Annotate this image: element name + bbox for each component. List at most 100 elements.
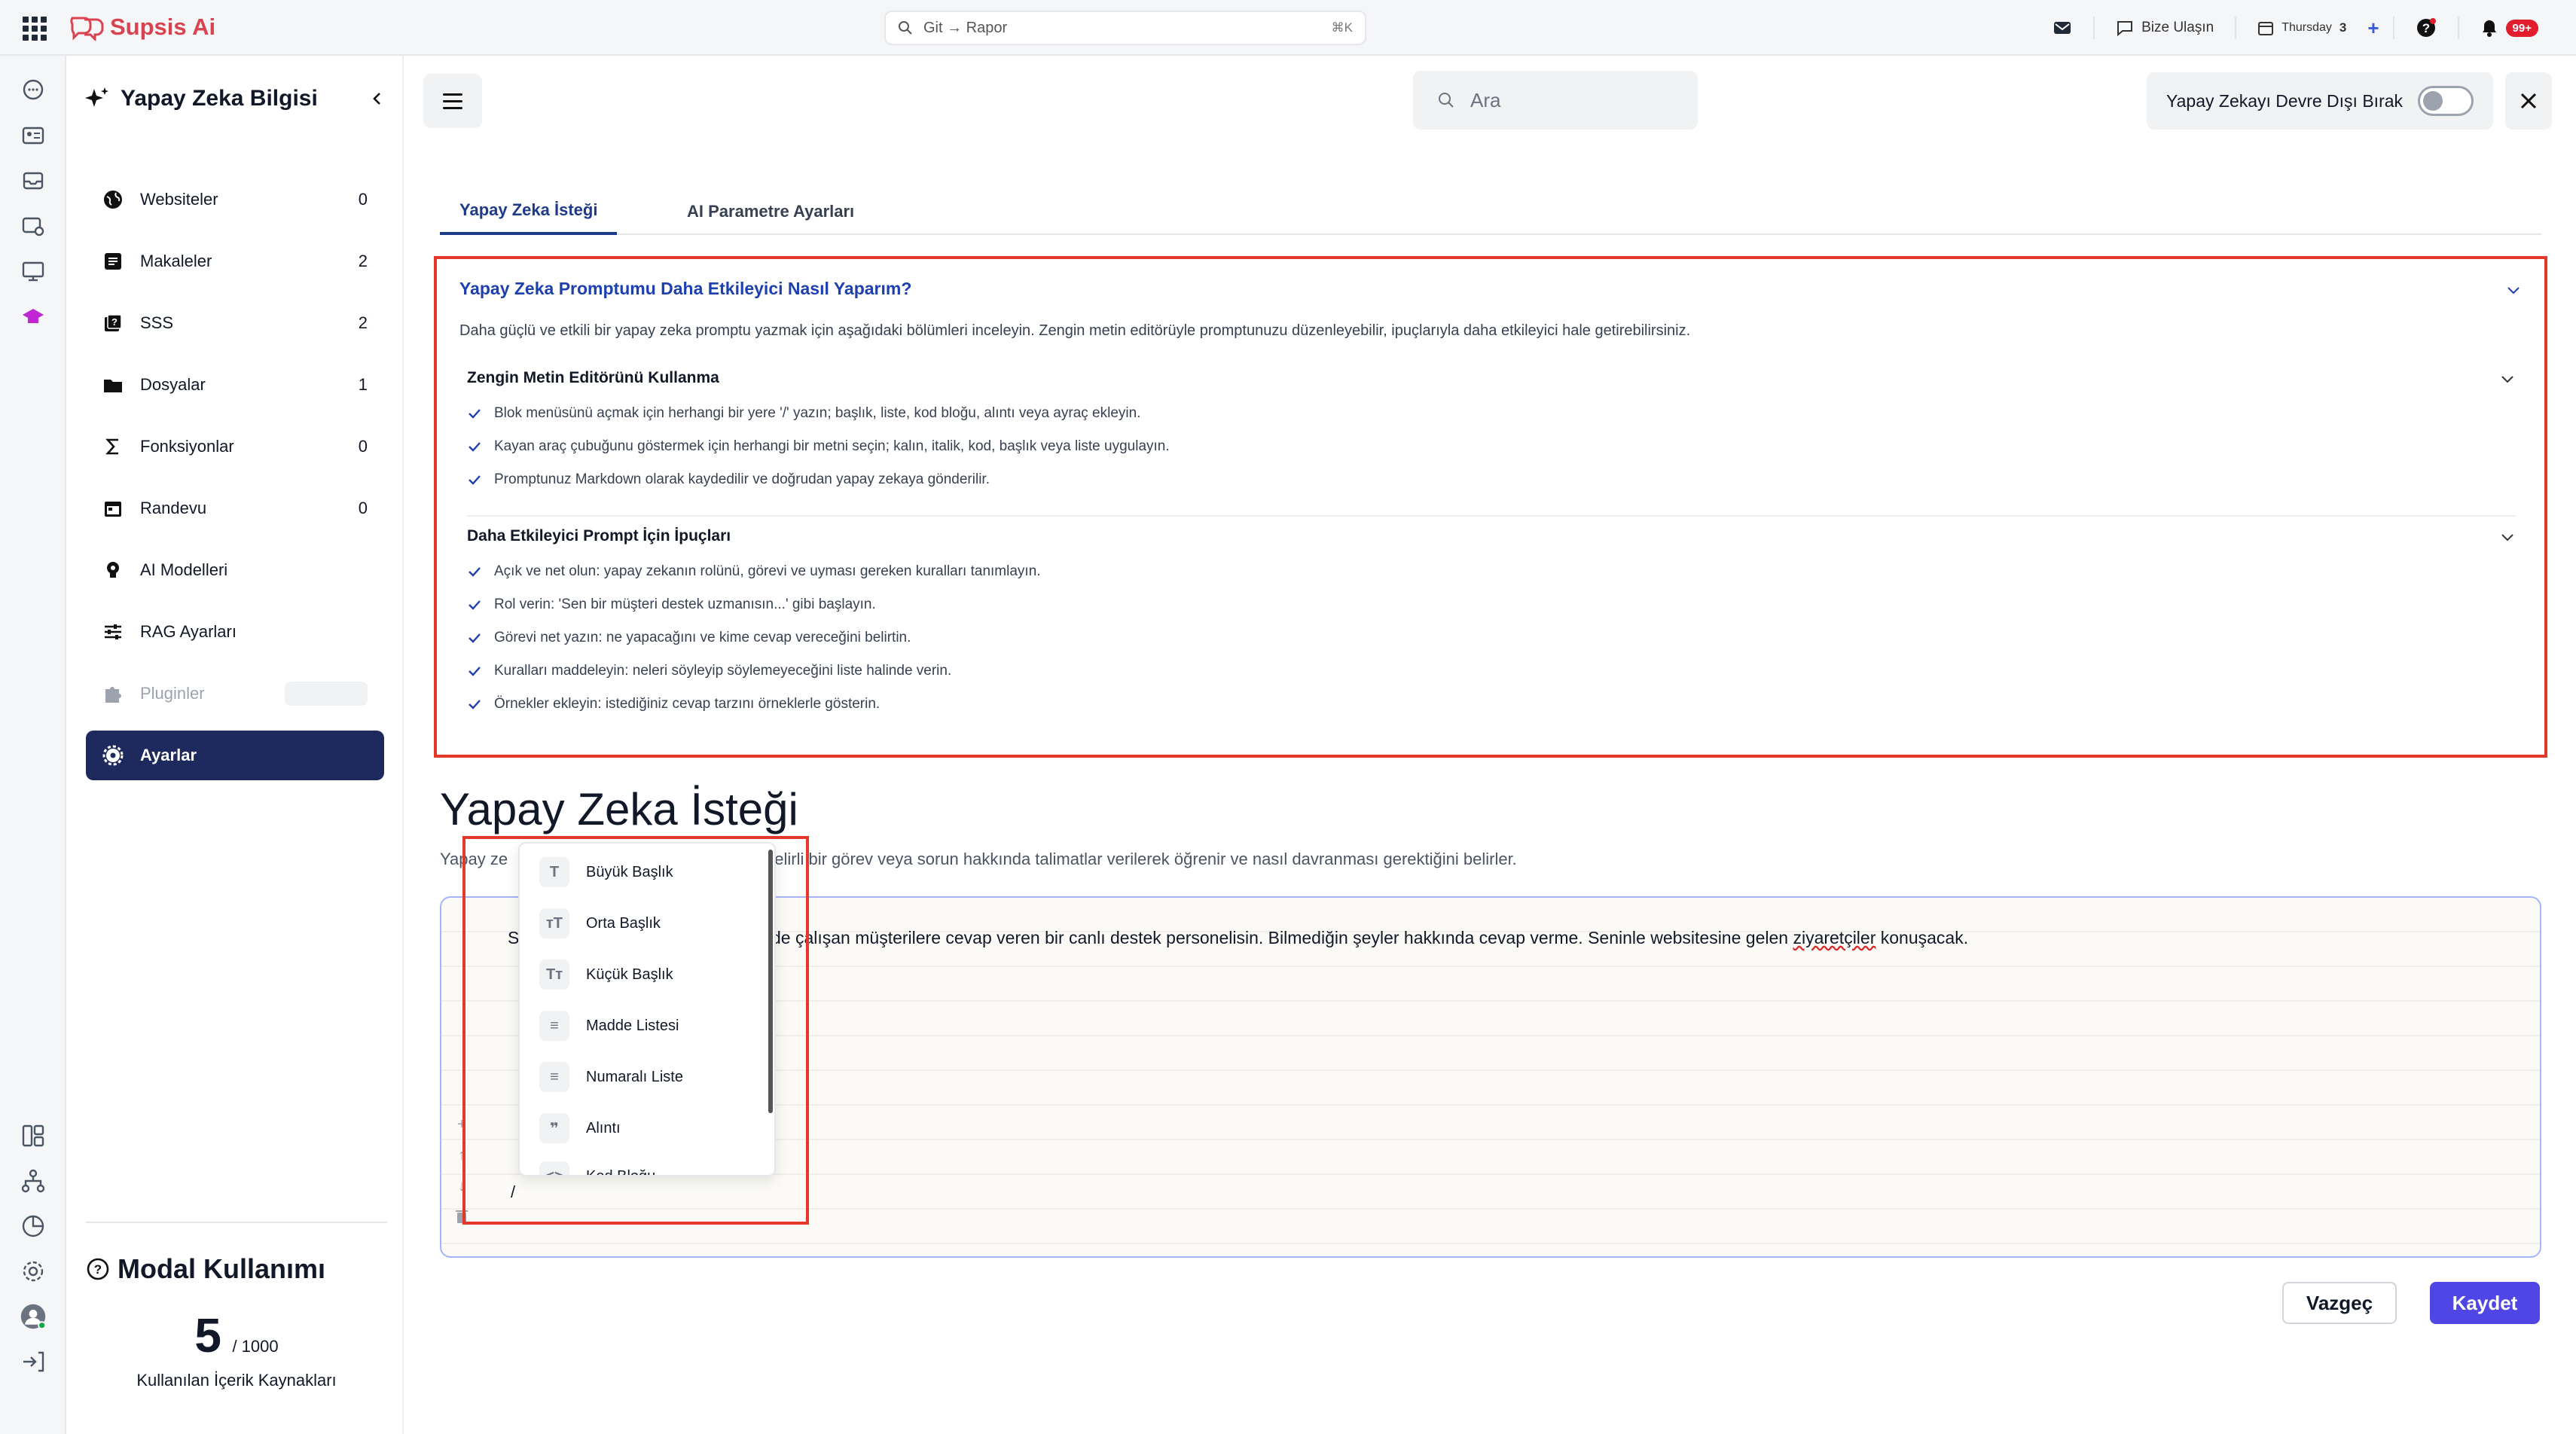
chevron-down-icon[interactable]: [2505, 282, 2522, 298]
search-input[interactable]: Ara: [1413, 71, 1698, 130]
menu-item-heading-small[interactable]: Tт Küçük Başlık: [539, 958, 673, 991]
menu-item-label: Kod Bloğu: [586, 1167, 656, 1176]
disable-ai-toggle[interactable]: Yapay Zekayı Devre Dışı Bırak: [2147, 72, 2493, 130]
notification-badge: 99+: [2505, 19, 2538, 37]
toggle-switch[interactable]: [2418, 86, 2474, 116]
list-item: Promptunuz Markdown olarak kaydedilir ve…: [467, 471, 2516, 487]
sidebar-item-websites[interactable]: Websiteler 0: [86, 175, 384, 224]
divider: [2235, 17, 2237, 39]
check-icon: [469, 667, 481, 676]
divider: [2392, 17, 2394, 39]
media-settings-icon[interactable]: [20, 212, 47, 240]
menu-item-numbered-list[interactable]: ≡ Numaralı Liste: [539, 1060, 683, 1094]
heading-large-icon: T: [539, 857, 569, 887]
sidebar-item-ai-models[interactable]: AI Modelleri: [86, 545, 384, 595]
contacts-icon[interactable]: [20, 122, 47, 149]
icon-rail: [0, 56, 66, 1434]
menu-item-quote[interactable]: ❞ Alıntı: [539, 1112, 621, 1145]
chat-icon[interactable]: [20, 77, 47, 104]
sidebar-item-rag-settings[interactable]: RAG Ayarları: [86, 607, 384, 657]
avatar[interactable]: [20, 1303, 47, 1330]
brand[interactable]: Supsis Ai: [68, 14, 215, 41]
check-icon: [469, 567, 481, 577]
section-title[interactable]: Daha Etkileyici Prompt İçin İpuçları: [467, 527, 2516, 545]
list-item-text: Promptunuz Markdown olarak kaydedilir ve…: [494, 471, 990, 487]
chevron-down-icon[interactable]: [2499, 371, 2516, 387]
command-search[interactable]: Git → Rapor ⌘K: [884, 11, 1366, 45]
tab-ai-parameters[interactable]: AI Parametre Ayarları: [667, 188, 874, 235]
list-item-text: Blok menüsünü açmak için herhangi bir ye…: [494, 405, 1141, 421]
collapse-chevron-icon[interactable]: [369, 90, 386, 107]
usage-total: / 1000: [232, 1337, 279, 1356]
check-icon: [469, 600, 481, 610]
add-block-icon[interactable]: +: [457, 1116, 466, 1133]
tab-ai-prompt[interactable]: Yapay Zeka İsteği: [440, 188, 618, 235]
contact-button[interactable]: Bize Ulaşın: [2108, 11, 2221, 45]
help-button[interactable]: ?: [2408, 11, 2444, 45]
check-icon: [469, 409, 481, 419]
sidebar-item-label: RAG Ayarları: [140, 622, 237, 641]
menu-item-code-block[interactable]: <> Kod Bloğu: [539, 1160, 656, 1176]
sidebar-item-articles[interactable]: Makaleler 2: [86, 236, 384, 286]
gear-icon[interactable]: [20, 1258, 47, 1285]
trash-icon[interactable]: [455, 1209, 469, 1224]
sidebar-item-appointment[interactable]: Randevu 0: [86, 484, 384, 533]
mail-button[interactable]: [2045, 11, 2080, 45]
list-item-text: Kuralları maddeleyin: neleri söyleyip sö…: [494, 663, 952, 679]
apps-grid-icon[interactable]: [23, 17, 47, 41]
sidebar-item-plugins: Pluginler: [86, 669, 384, 719]
sidebar-item-label: Fonksiyonlar: [140, 437, 234, 456]
section-title[interactable]: Zengin Metin Editörünü Kullanma: [467, 369, 2516, 387]
inbox-icon[interactable]: [20, 167, 47, 194]
sidebar-item-faq[interactable]: ? SSS 2: [86, 298, 384, 348]
chevron-down-icon[interactable]: [2499, 529, 2516, 545]
brain-icon: [107, 562, 119, 578]
block-tools: + ↑ ↓: [450, 1116, 473, 1252]
hierarchy-icon[interactable]: [20, 1167, 47, 1194]
sigma-icon: [105, 438, 118, 455]
sidebar-item-functions[interactable]: Fonksiyonlar 0: [86, 422, 384, 471]
check-icon: [469, 633, 481, 643]
analytics-icon[interactable]: [20, 1213, 47, 1240]
sidebar-item-count: 0: [358, 437, 368, 456]
tips-title[interactable]: Yapay Zeka Promptumu Daha Etkileyici Nas…: [459, 279, 911, 299]
top-right-actions: Bize Ulaşın Thursday 3 + ? 99+: [2045, 11, 2546, 45]
toggle-label: Yapay Zekayı Devre Dışı Bırak: [2166, 90, 2404, 111]
sliders-icon: [105, 624, 121, 639]
list-item: Kuralları maddeleyin: neleri söyleyip sö…: [467, 663, 2516, 679]
sidebar-header: Yapay Zeka Bilgisi: [84, 86, 386, 111]
close-button[interactable]: [2505, 72, 2552, 130]
usage-used-count: 5: [194, 1308, 221, 1362]
move-down-icon[interactable]: ↓: [458, 1178, 465, 1195]
date-button[interactable]: Thursday 3: [2250, 11, 2354, 45]
contact-label: Bize Ulaşın: [2141, 20, 2214, 35]
chat-bubble-icon: [2117, 21, 2133, 36]
add-icon[interactable]: +: [2367, 17, 2379, 40]
sidebar-title: Yapay Zeka Bilgisi: [121, 86, 318, 111]
puzzle-icon: [105, 687, 121, 703]
sidebar-item-settings[interactable]: Ayarlar: [86, 731, 384, 780]
svg-text:?: ?: [94, 1262, 102, 1277]
check-icon: [469, 475, 481, 485]
supsis-logo-icon: [70, 17, 104, 41]
logout-icon[interactable]: [20, 1348, 47, 1375]
monitor-icon[interactable]: [20, 258, 47, 285]
menu-item-heading-large[interactable]: T Büyük Başlık: [539, 856, 673, 889]
layout-icon[interactable]: [20, 1122, 47, 1149]
academy-icon[interactable]: [20, 303, 47, 330]
gear-icon: [102, 745, 124, 766]
heading-small-icon: Tт: [539, 960, 569, 990]
menu-item-bullet-list[interactable]: ≡ Madde Listesi: [539, 1009, 679, 1042]
search-icon: [1439, 93, 1454, 108]
notifications-button[interactable]: 99+: [2473, 11, 2546, 45]
cancel-button[interactable]: Vazgeç: [2282, 1282, 2397, 1324]
menu-button[interactable]: [423, 74, 482, 128]
save-button[interactable]: Kaydet: [2430, 1282, 2540, 1324]
sidebar-item-files[interactable]: Dosyalar 1: [86, 360, 384, 410]
content-end: konuşacak.: [1880, 928, 1969, 947]
slash-command-line[interactable]: /: [511, 1182, 515, 1202]
bell-icon: [2482, 20, 2496, 37]
move-up-icon[interactable]: ↑: [458, 1147, 465, 1164]
menu-item-heading-medium[interactable]: тT Orta Başlık: [539, 907, 661, 940]
menu-scrollbar[interactable]: [768, 850, 773, 1113]
